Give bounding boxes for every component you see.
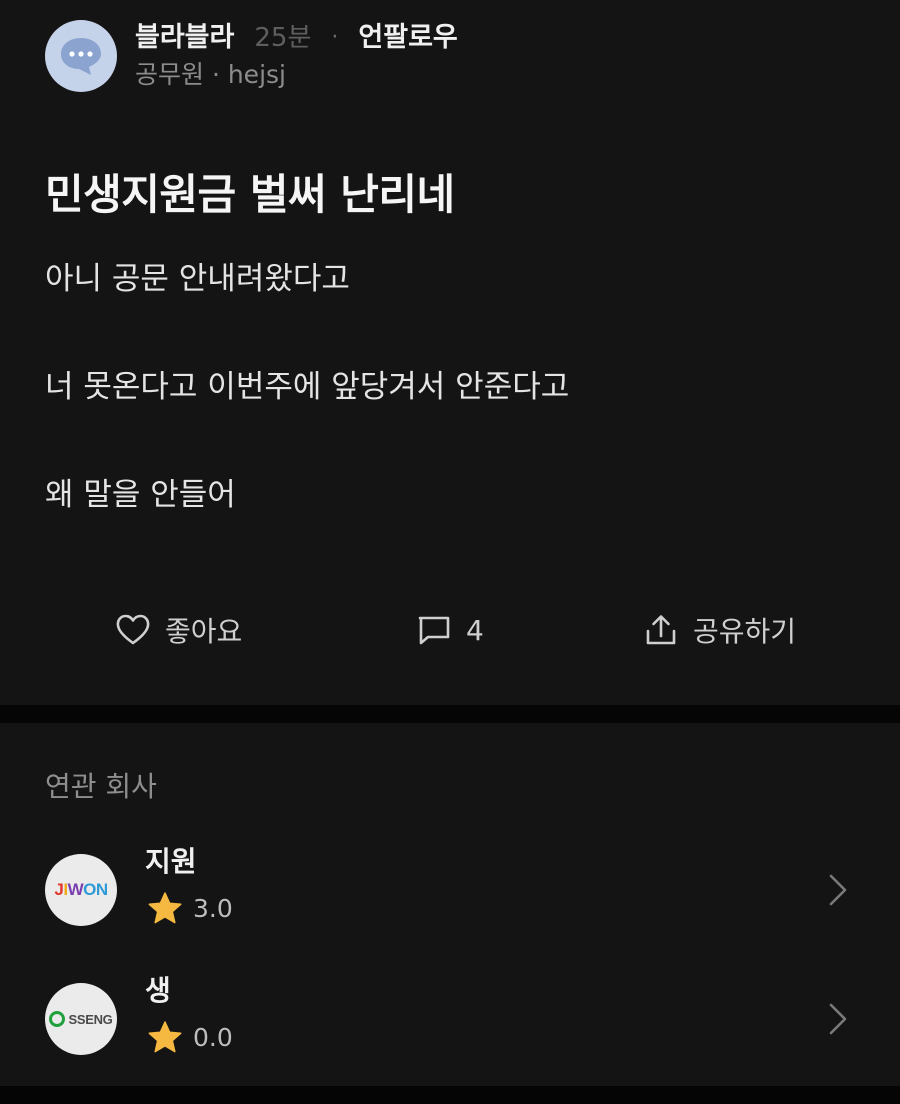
logo-text: SSENG	[68, 1011, 113, 1027]
company-row-jiwon[interactable]: J I W O N 지원 3.0	[0, 834, 900, 944]
bottom-divider	[0, 1086, 900, 1104]
company-rating: 0.0	[147, 1020, 233, 1054]
company-logo: SSENG	[45, 983, 117, 1055]
comment-button[interactable]: 4	[416, 600, 484, 660]
share-button[interactable]: 공유하기	[643, 600, 796, 660]
sseng-ring-icon	[49, 1011, 66, 1027]
related-companies-title: 연관 회사	[45, 770, 157, 803]
company-logo: J I W O N	[45, 854, 117, 926]
chevron-right-icon	[829, 1003, 847, 1035]
rating-value: 3.0	[193, 893, 233, 923]
company-name: 지원	[145, 845, 197, 878]
author-name[interactable]: 블라블라	[135, 21, 234, 55]
related-companies-section: 연관 회사 J I W O N 지원 3.0 SSENG 생 0.0	[0, 723, 900, 1086]
share-label: 공유하기	[693, 615, 797, 648]
separator-dot: ·	[331, 25, 339, 50]
post-body-line: 왜 말을 안들어	[45, 477, 236, 513]
chevron-right-icon	[829, 874, 847, 906]
logo-letter: O	[83, 880, 96, 899]
logo-letter: W	[67, 880, 84, 899]
post-body: 아니 공문 안내려왔다고 너 못온다고 이번주에 앞당겨서 안준다고 왜 말을 …	[45, 252, 865, 522]
author-row: 블라블라 25분 · 언팔로우 공무원 · hejsj	[45, 20, 458, 92]
company-row-sseng[interactable]: SSENG 생 0.0	[0, 963, 900, 1073]
star-icon	[148, 892, 182, 924]
sseng-logo: SSENG	[49, 1011, 113, 1027]
post-time: 25분	[254, 23, 312, 53]
author-avatar[interactable]	[45, 20, 117, 92]
like-label: 좋아요	[165, 615, 243, 648]
heart-outline-icon	[116, 614, 150, 645]
share-upload-icon	[646, 615, 676, 645]
post-title: 민생지원금 벌써 난리네	[45, 170, 455, 219]
comment-count: 4	[466, 613, 484, 647]
post-card: 블라블라 25분 · 언팔로우 공무원 · hejsj 민생지원금 벌써 난리네…	[0, 0, 900, 705]
unfollow-button[interactable]: 언팔로우	[358, 21, 457, 55]
company-rating: 3.0	[147, 891, 233, 925]
author-info: 블라블라 25분 · 언팔로우 공무원 · hejsj	[135, 21, 458, 91]
author-line: 블라블라 25분 · 언팔로우	[135, 21, 458, 55]
logo-letter: N	[95, 880, 108, 899]
post-body-line: 너 못온다고 이번주에 앞당겨서 안준다고	[45, 369, 570, 405]
post-actions: 좋아요 4 공유하기	[0, 600, 900, 660]
section-divider	[0, 705, 900, 723]
speech-bubble-icon	[61, 38, 101, 75]
rating-value: 0.0	[193, 1022, 233, 1052]
jiwon-logo: J I W O N	[54, 880, 108, 900]
author-meta: 공무원 · hejsj	[135, 60, 286, 89]
company-name: 생	[145, 974, 171, 1007]
like-button[interactable]: 좋아요	[115, 600, 242, 660]
logo-letter: J	[54, 880, 64, 899]
post-body-line: 아니 공문 안내려왔다고	[45, 261, 350, 297]
comment-outline-icon	[418, 616, 450, 645]
star-icon	[148, 1021, 182, 1053]
